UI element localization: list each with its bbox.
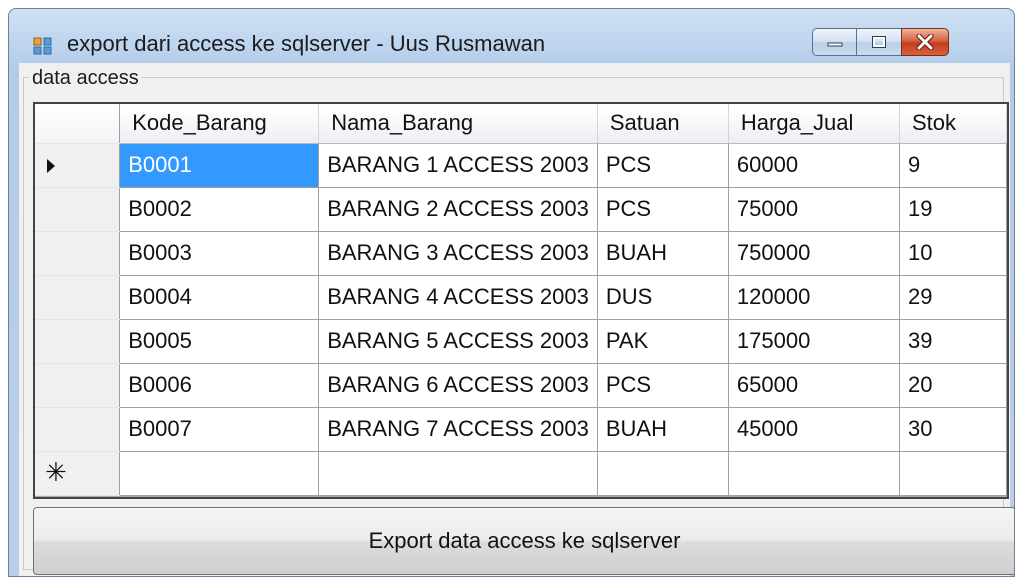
groupbox-label: data access — [29, 67, 142, 90]
minimize-button[interactable] — [812, 28, 857, 56]
grid-cell[interactable]: BARANG 7 ACCESS 2003 — [318, 407, 598, 452]
grid-cell[interactable]: BARANG 4 ACCESS 2003 — [318, 275, 598, 320]
row-header[interactable] — [35, 275, 121, 320]
grid-cell[interactable]: 75000 — [728, 187, 900, 232]
client-area: data access Kode_Barang Nama_Barang Satu… — [19, 63, 1014, 576]
column-header-nama-barang[interactable]: Nama_Barang — [318, 104, 598, 144]
grid-cell[interactable]: B0006 — [119, 363, 320, 408]
grid-cell[interactable]: 39 — [899, 319, 1007, 364]
row-header[interactable] — [35, 231, 121, 276]
grid-corner[interactable] — [35, 104, 121, 144]
row-header[interactable] — [35, 407, 121, 452]
grid-cell[interactable]: BARANG 3 ACCESS 2003 — [318, 231, 598, 276]
grid-cell[interactable]: 20 — [899, 363, 1007, 408]
grid-cell[interactable]: 29 — [899, 275, 1007, 320]
grid-cell[interactable]: B0005 — [119, 319, 320, 364]
minimize-icon — [827, 42, 842, 47]
grid-cell[interactable]: 65000 — [728, 363, 900, 408]
grid-cell-empty[interactable] — [899, 451, 1007, 496]
new-row[interactable]: ✳ — [35, 451, 1007, 496]
table-row[interactable]: B0007 BARANG 7 ACCESS 2003 BUAH 45000 30 — [35, 407, 1007, 452]
app-icon — [33, 37, 52, 55]
grid-cell[interactable]: PCS — [597, 143, 729, 188]
grid-cell-empty[interactable] — [318, 451, 598, 496]
grid-cell[interactable]: BUAH — [597, 231, 729, 276]
grid-cell[interactable]: B0003 — [119, 231, 320, 276]
row-header-current[interactable] — [35, 143, 121, 188]
app-window: export dari access ke sqlserver - Uus Ru… — [8, 8, 1015, 577]
column-header-kode-barang[interactable]: Kode_Barang — [119, 104, 320, 144]
maximize-button[interactable] — [856, 28, 902, 56]
column-header-satuan[interactable]: Satuan — [597, 104, 729, 144]
table-row[interactable]: B0005 BARANG 5 ACCESS 2003 PAK 175000 39 — [35, 319, 1007, 364]
row-header[interactable] — [35, 187, 121, 232]
grid-cell[interactable]: B0001 — [119, 143, 320, 188]
close-icon — [916, 34, 934, 50]
grid-cell[interactable]: 750000 — [728, 231, 900, 276]
grid-cell[interactable]: BUAH — [597, 407, 729, 452]
grid-cell[interactable]: BARANG 2 ACCESS 2003 — [318, 187, 598, 232]
grid-cell[interactable]: PCS — [597, 187, 729, 232]
grid-cell[interactable]: PCS — [597, 363, 729, 408]
grid-cell-empty[interactable] — [119, 451, 320, 496]
grid-cell[interactable]: 10 — [899, 231, 1007, 276]
table-row[interactable]: B0003 BARANG 3 ACCESS 2003 BUAH 750000 1… — [35, 231, 1007, 276]
grid-cell[interactable]: BARANG 5 ACCESS 2003 — [318, 319, 598, 364]
table-row[interactable]: B0002 BARANG 2 ACCESS 2003 PCS 75000 19 — [35, 187, 1007, 232]
header-row: Kode_Barang Nama_Barang Satuan Harga_Jua… — [35, 104, 1007, 144]
table-row[interactable]: B0001 BARANG 1 ACCESS 2003 PCS 60000 9 — [35, 143, 1007, 188]
grid-cell[interactable]: BARANG 6 ACCESS 2003 — [318, 363, 598, 408]
new-row-asterisk-icon: ✳ — [45, 457, 67, 487]
grid-cell[interactable]: 9 — [899, 143, 1007, 188]
grid-cell[interactable]: B0004 — [119, 275, 320, 320]
grid-cell[interactable]: B0002 — [119, 187, 320, 232]
grid-cell[interactable]: PAK — [597, 319, 729, 364]
grid-cell-empty[interactable] — [728, 451, 900, 496]
grid-cell[interactable]: 175000 — [728, 319, 900, 364]
data-grid-table: Kode_Barang Nama_Barang Satuan Harga_Jua… — [35, 104, 1007, 496]
grid-cell[interactable]: DUS — [597, 275, 729, 320]
column-header-stok[interactable]: Stok — [899, 104, 1007, 144]
grid-cell[interactable]: 120000 — [728, 275, 900, 320]
grid-cell[interactable]: 45000 — [728, 407, 900, 452]
export-button[interactable]: Export data access ke sqlserver — [33, 507, 1014, 575]
table-row[interactable]: B0006 BARANG 6 ACCESS 2003 PCS 65000 20 — [35, 363, 1007, 408]
current-row-arrow-icon — [47, 159, 55, 174]
window-title: export dari access ke sqlserver - Uus Ru… — [67, 31, 546, 56]
column-header-harga-jual[interactable]: Harga_Jual — [728, 104, 900, 144]
data-grid[interactable]: Kode_Barang Nama_Barang Satuan Harga_Jua… — [33, 102, 1009, 499]
grid-cell[interactable]: 30 — [899, 407, 1007, 452]
table-row[interactable]: B0004 BARANG 4 ACCESS 2003 DUS 120000 29 — [35, 275, 1007, 320]
grid-cell[interactable]: 60000 — [728, 143, 900, 188]
row-header[interactable] — [35, 363, 121, 408]
grid-cell-empty[interactable] — [597, 451, 729, 496]
grid-cell[interactable]: BARANG 1 ACCESS 2003 — [318, 143, 598, 188]
row-header[interactable] — [35, 319, 121, 364]
maximize-icon — [872, 36, 886, 48]
close-button[interactable] — [901, 28, 949, 56]
grid-cell[interactable]: 19 — [899, 187, 1007, 232]
grid-cell[interactable]: B0007 — [119, 407, 320, 452]
title-bar[interactable]: export dari access ke sqlserver - Uus Ru… — [9, 9, 1014, 71]
row-header-new[interactable]: ✳ — [35, 451, 121, 496]
